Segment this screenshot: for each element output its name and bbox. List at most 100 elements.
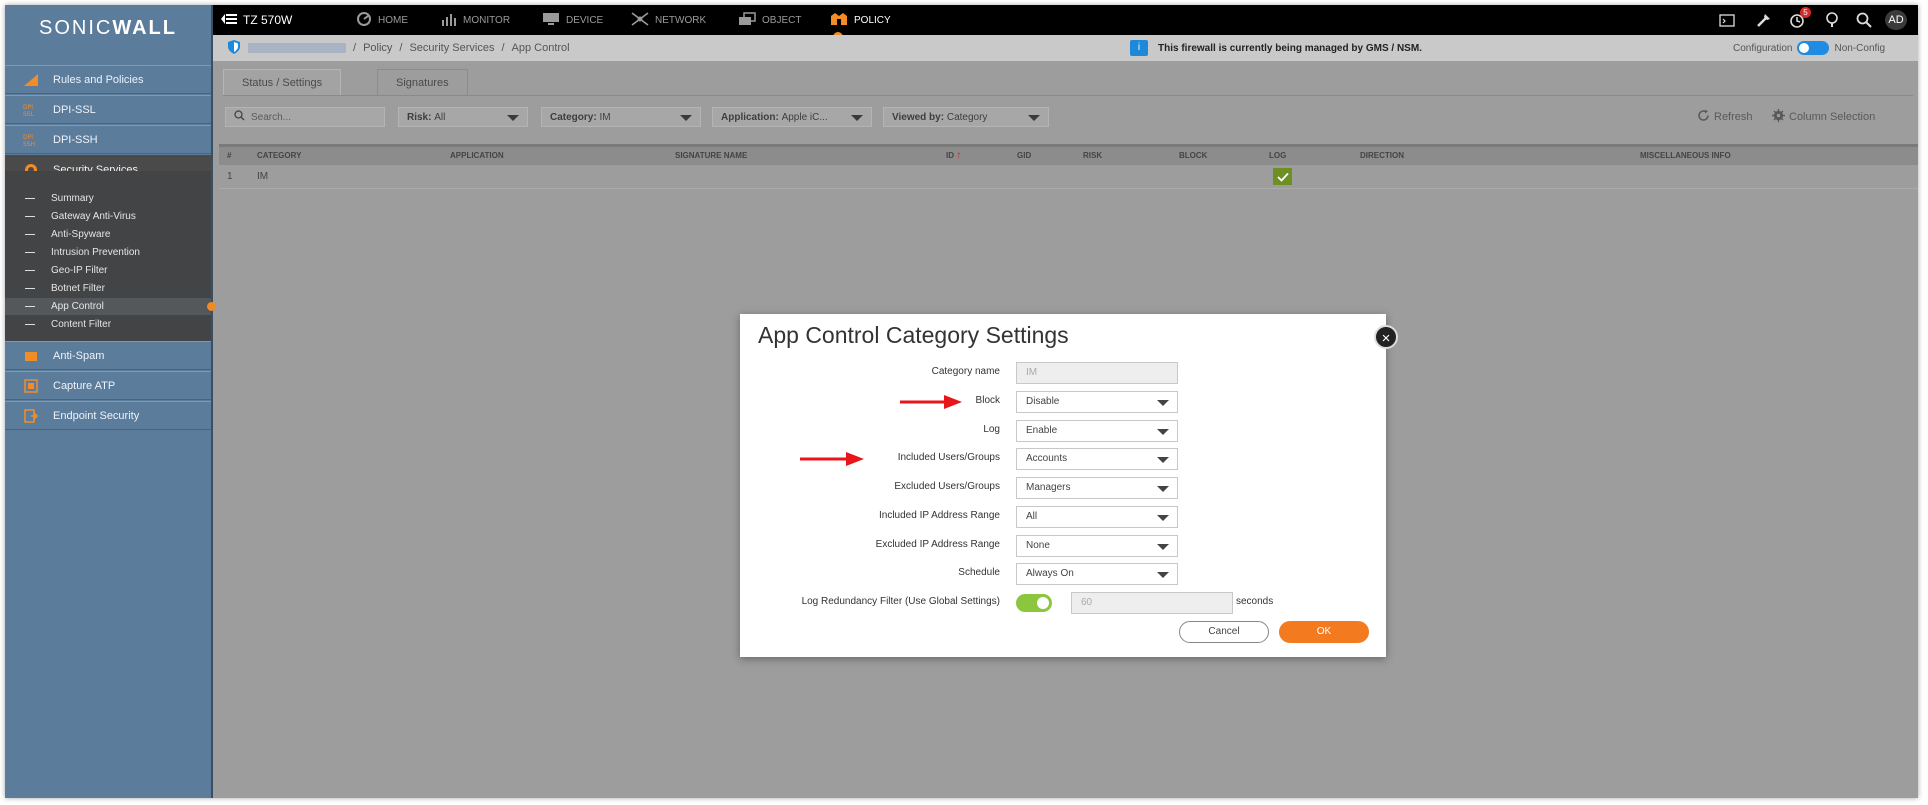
excluded-users-groups-select[interactable]: Managers [1016,477,1178,499]
breadcrumb-bar: / Policy / Security Services / App Contr… [213,35,1918,61]
chevron-down-icon [851,115,863,121]
category-select[interactable]: Category: IM [541,107,701,127]
svg-text:SSH: SSH [23,141,35,147]
sidebar-item-label: DPI-SSL [53,103,96,116]
help-tips-icon[interactable] [1825,5,1839,35]
sidebar-item-label: DPI-SSH [53,133,98,146]
tab-status-settings[interactable]: Status / Settings [223,69,342,96]
search-input[interactable]: Search... [225,107,385,127]
col-application[interactable]: APPLICATION [450,147,504,165]
column-selection-button[interactable]: Column Selection [1772,107,1875,127]
chevron-down-icon [507,115,519,121]
gear-icon [1772,109,1785,125]
nav-network[interactable]: NETWORK [631,5,706,35]
col-signature-name[interactable]: SIGNATURE NAME [675,147,747,165]
field-included-users-groups: Included Users/Groups Accounts [740,448,1386,472]
application-select[interactable]: Application: Apple iC... [712,107,872,127]
sidebar-subitem-app-control[interactable]: App Control [5,298,216,315]
category-name-input: IM [1016,362,1178,384]
sidebar-item-anti-spam[interactable]: Anti-Spam [5,341,211,370]
refresh-button[interactable]: Refresh [1697,107,1753,127]
col-risk[interactable]: RISK [1083,147,1102,165]
sidebar-item-capture-atp[interactable]: Capture ATP [5,371,211,400]
menu-collapse-icon [221,13,237,27]
sidebar-item-dpi-ssl[interactable]: DPI SSL DPI-SSL [5,95,211,124]
log-select[interactable]: Enable [1016,420,1178,442]
sidebar-subitem-geo-ip-filter[interactable]: Geo-IP Filter [5,262,211,279]
log-redundancy-seconds-input: 60 [1071,592,1233,614]
sidebar-item-endpoint-security[interactable]: Endpoint Security [5,401,211,430]
col-log[interactable]: LOG [1269,147,1286,165]
user-avatar[interactable]: AD [1885,10,1907,30]
device-name: TZ 570W [243,13,293,27]
block-select[interactable]: Disable [1016,391,1178,413]
sidebar-item-label: Endpoint Security [53,409,140,422]
sidebar-item-label: Anti-Spam [53,349,105,362]
svg-text:DPI: DPI [23,104,33,111]
nav-object[interactable]: OBJECT [738,5,801,35]
col-gid[interactable]: GID [1017,147,1031,165]
sidebar-subitem-summary[interactable]: Summary [5,190,211,207]
device-icon [542,12,560,29]
capture-atp-icon [23,378,39,393]
included-ip-range-select[interactable]: All [1016,506,1178,528]
gms-managed-notice: i This firewall is currently being manag… [1130,35,1422,61]
nav-device[interactable]: DEVICE [542,5,603,35]
viewed-by-select[interactable]: Viewed by: Category [883,107,1049,127]
annotation-arrow [900,395,962,409]
cancel-button[interactable]: Cancel [1179,621,1269,643]
ok-button[interactable]: OK [1279,621,1369,643]
table-row[interactable]: 1 IM [219,166,1918,189]
nav-policy[interactable]: POLICY [830,5,891,35]
policy-icon [830,12,848,29]
chevron-down-icon [1157,544,1169,550]
chevron-down-icon [1157,486,1169,492]
risk-select[interactable]: Risk: All [398,107,528,127]
chevron-down-icon [680,115,692,121]
table-header: # CATEGORY APPLICATION SIGNATURE NAME ID… [219,144,1918,165]
breadcrumb-policy[interactable]: Policy [363,42,392,54]
col-direction[interactable]: DIRECTION [1360,147,1404,165]
sidebar-subitem-botnet-filter[interactable]: Botnet Filter [5,280,211,297]
config-mode-switch: Configuration Non-Config [1733,41,1886,55]
annotation-arrow [800,452,864,466]
excluded-ip-range-select[interactable]: None [1016,535,1178,557]
log-redundancy-global-toggle[interactable] [1016,594,1052,612]
sidebar: SONICWALL Rules and Policies DPI SSL DPI-… [5,5,216,798]
close-icon[interactable]: × [1374,325,1398,349]
sidebar-subitem-anti-spyware[interactable]: Anti-Spyware [5,226,211,243]
field-schedule: Schedule Always On [740,563,1386,587]
endpoint-security-icon [23,408,39,423]
col-misc-info[interactable]: MISCELLANEOUS INFO [1640,147,1731,165]
col-block[interactable]: BLOCK [1179,147,1207,165]
sidebar-subitem-intrusion-prevention[interactable]: Intrusion Prevention [5,244,211,261]
tab-signatures[interactable]: Signatures [377,69,468,96]
sidebar-subitem-gateway-anti-virus[interactable]: Gateway Anti-Virus [5,208,211,225]
monitor-icon [441,12,457,29]
tools-icon[interactable] [1756,5,1772,35]
terminal-icon[interactable] [1719,5,1735,35]
refresh-icon [1697,109,1710,125]
sidebar-subitem-content-filter[interactable]: Content Filter [5,316,211,333]
sidebar-item-rules-and-policies[interactable]: Rules and Policies [5,65,211,94]
sonicwall-logo: SONICWALL [39,17,177,39]
svg-text:DPI: DPI [23,134,33,141]
col-num[interactable]: # [227,147,231,165]
anti-spam-icon [23,349,39,363]
nav-home[interactable]: HOME [356,5,408,35]
search-icon[interactable] [1856,5,1872,35]
security-services-submenu: Summary Gateway Anti-Virus Anti-Spyware … [5,171,216,341]
device-menu[interactable]: TZ 570W [221,5,292,35]
chevron-down-icon [1157,572,1169,578]
included-users-groups-select[interactable]: Accounts [1016,448,1178,470]
col-id[interactable]: ID ↑ [946,147,961,165]
breadcrumb-security-services[interactable]: Security Services [409,42,494,54]
schedule-select[interactable]: Always On [1016,563,1178,585]
chevron-down-icon [1157,515,1169,521]
config-mode-toggle[interactable] [1797,41,1830,55]
nav-monitor[interactable]: MONITOR [441,5,510,35]
col-category[interactable]: CATEGORY [257,147,301,165]
sidebar-item-dpi-ssh[interactable]: DPI SSH DPI-SSH [5,125,211,154]
dialog-actions: Cancel OK [740,621,1386,645]
svg-text:SSL: SSL [23,111,35,117]
